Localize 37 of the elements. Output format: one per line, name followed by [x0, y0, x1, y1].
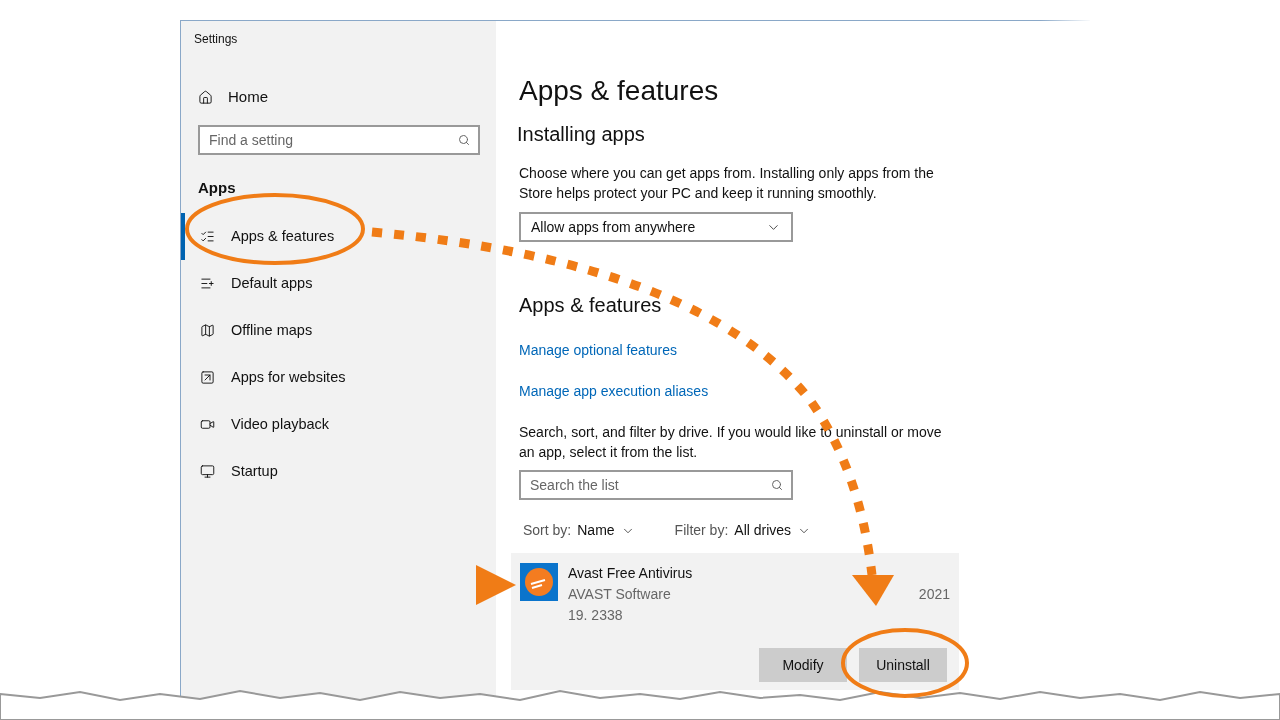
filter-dropdown[interactable]: Filter by: All drives	[674, 520, 812, 541]
app-card[interactable]: Avast Free Antivirus AVAST Software 2021 19. 2338 Modify Uninstall	[511, 553, 959, 690]
item-icon	[200, 464, 215, 479]
sidebar-item[interactable]: Offline maps	[181, 307, 496, 354]
app-publisher: AVAST Software	[568, 585, 671, 604]
sidebar-item[interactable]: Video playback	[181, 401, 496, 448]
search-field[interactable]: Search the list	[519, 470, 793, 500]
sidebar-item[interactable]: Apps for websites	[181, 354, 496, 401]
item-icon	[200, 417, 215, 432]
window-title: Settings	[194, 31, 238, 48]
search-icon	[458, 133, 470, 146]
item-icon	[200, 276, 215, 291]
link[interactable]: Manage app execution aliases	[519, 381, 709, 402]
section-heading: Apps	[198, 177, 236, 198]
page-title: Apps & features	[519, 74, 719, 108]
home-icon	[198, 89, 213, 105]
item-icon	[200, 370, 215, 385]
app-action-button[interactable]: Modify	[759, 648, 847, 682]
item-icon	[200, 229, 215, 244]
app-name: Avast Free Antivirus	[568, 564, 693, 583]
sort-dropdown[interactable]: Sort by: Name	[523, 520, 635, 541]
app-version: 19. 2338	[568, 606, 623, 625]
section-heading: Installing apps	[517, 122, 645, 147]
source-dropdown[interactable]: Allow apps from anywhere	[519, 212, 793, 242]
sidebar-item[interactable]: Startup	[181, 448, 496, 495]
install-date: 2021	[918, 585, 950, 604]
description: Choose where you can get apps from. Installing only apps from the Store helps protect your PC and keep it running smoothly.	[519, 164, 935, 203]
search-field[interactable]: Find a setting	[198, 124, 480, 155]
app-action-button[interactable]: Uninstall	[859, 648, 947, 682]
search-icon	[771, 479, 783, 491]
app-icon	[520, 563, 558, 601]
pointer-arrow	[476, 565, 516, 605]
link[interactable]: Manage optional features	[519, 340, 677, 361]
sidebar-item[interactable]: Default apps	[181, 260, 496, 307]
home-link[interactable]: Home	[198, 86, 268, 109]
section-heading: Apps & features	[519, 293, 662, 318]
item-icon	[200, 323, 215, 338]
